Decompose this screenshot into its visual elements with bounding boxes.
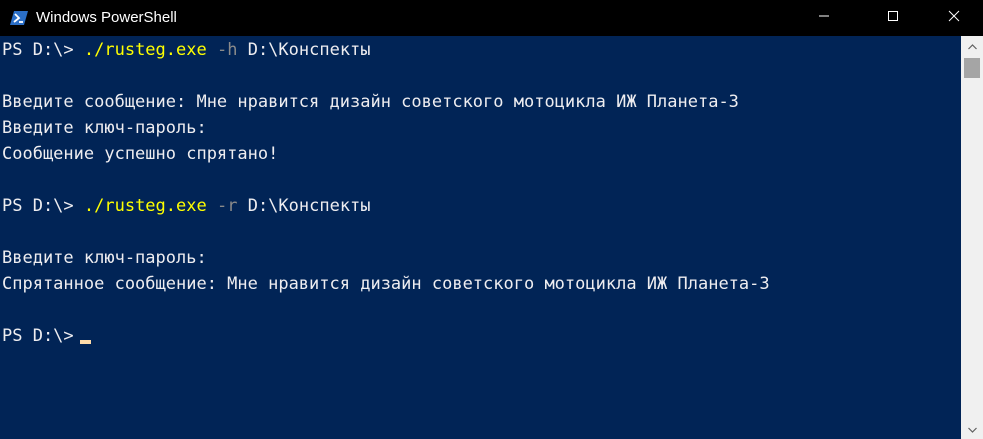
command-line-1: PS D:\> ./rusteg.exe -h D:\Конспекты	[2, 37, 371, 63]
scrollbar-thumb[interactable]	[964, 58, 980, 78]
powershell-window: Windows PowerShell PS D:\> ./rusteg.exe …	[0, 0, 983, 439]
command-line-2: PS D:\> ./rusteg.exe -r D:\Конспекты	[2, 193, 371, 219]
title-bar[interactable]: Windows PowerShell	[0, 0, 983, 36]
output-line: Введите ключ-пароль:	[2, 248, 207, 268]
close-icon	[948, 9, 960, 27]
parameter-flag: -h	[216, 40, 238, 60]
prompt: PS D:\>	[2, 40, 84, 60]
output-line: Введите ключ-пароль:	[2, 118, 207, 138]
active-prompt-line[interactable]: PS D:\>	[2, 323, 91, 349]
scroll-down-arrow-icon	[967, 420, 977, 438]
prompt: PS D:\>	[2, 196, 84, 216]
parameter-flag: -r	[216, 196, 238, 216]
powershell-icon[interactable]	[10, 9, 28, 27]
close-button[interactable]	[924, 0, 983, 36]
scroll-up-arrow-icon	[967, 37, 977, 55]
command-text: ./rusteg.exe	[83, 40, 207, 60]
scroll-up-button[interactable]	[961, 36, 983, 56]
command-text: ./rusteg.exe	[83, 196, 207, 216]
vertical-scrollbar[interactable]	[961, 36, 983, 439]
maximize-icon	[887, 9, 899, 27]
minimize-icon	[818, 9, 830, 27]
output-line: Спрятанное сообщение: Мне нравится дизай…	[2, 274, 770, 294]
console-output[interactable]: PS D:\> ./rusteg.exe -h D:\Конспекты Вве…	[0, 36, 961, 439]
command-argument: D:\Конспекты	[247, 40, 371, 60]
window-title: Windows PowerShell	[36, 9, 177, 26]
minimize-button[interactable]	[801, 0, 847, 36]
text-cursor	[79, 340, 91, 344]
command-argument: D:\Конспекты	[247, 196, 371, 216]
output-line: Сообщение успешно спрятано!	[2, 144, 279, 164]
maximize-button[interactable]	[870, 0, 916, 36]
scroll-down-button[interactable]	[961, 419, 983, 439]
prompt: PS D:\>	[2, 326, 74, 346]
output-line: Введите сообщение: Мне нравится дизайн с…	[2, 92, 739, 112]
